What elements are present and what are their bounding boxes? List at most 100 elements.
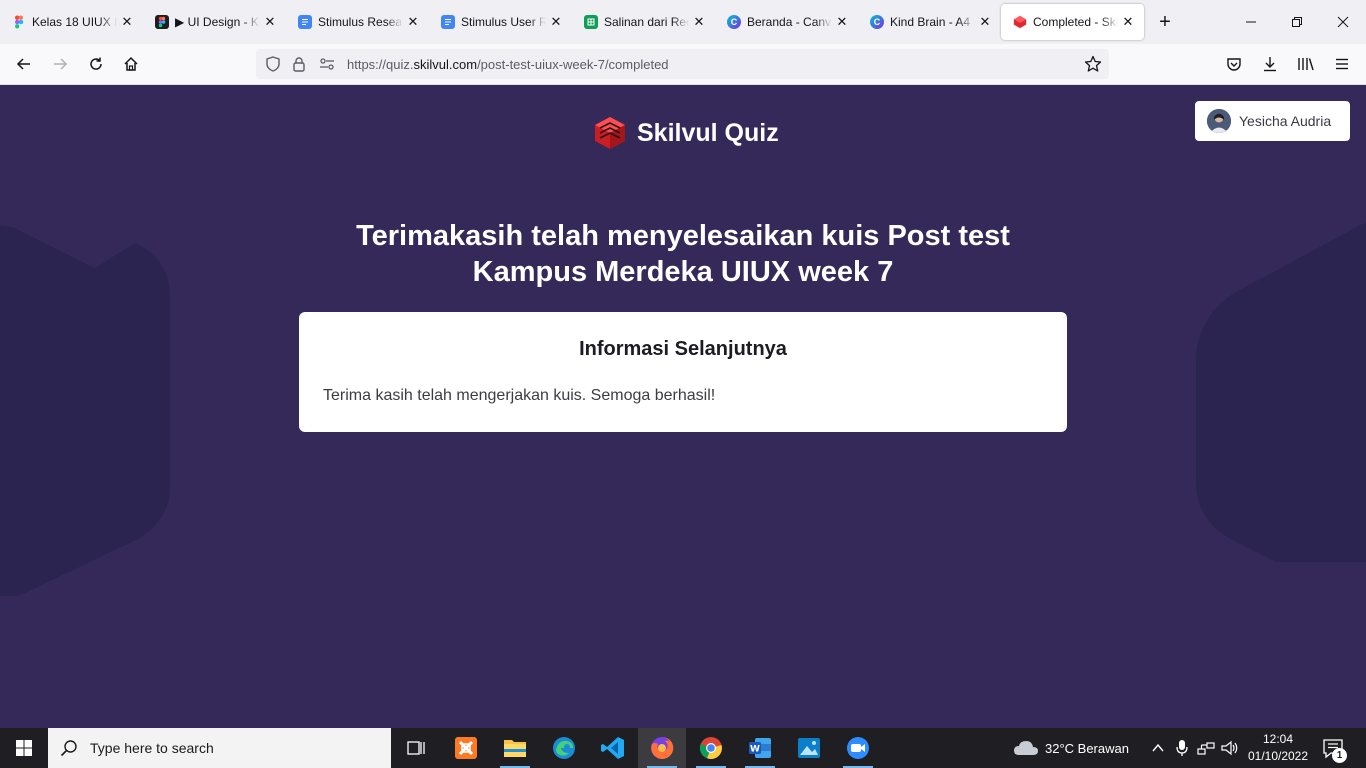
tab-title: Beranda - Canva [747, 15, 832, 29]
tab-title: Salinan dari Reco [604, 15, 689, 29]
close-tab-icon[interactable]: ✕ [119, 14, 135, 30]
edge-icon [553, 737, 575, 759]
back-button[interactable] [9, 49, 39, 79]
decorative-hexagon-right [1196, 222, 1366, 562]
tab-completed-skilvul[interactable]: Completed - Skil ✕ [1001, 4, 1144, 40]
google-sheets-icon [584, 15, 598, 29]
library-icon [1298, 58, 1314, 71]
permissions-icon[interactable] [319, 57, 335, 76]
url-path: /post-test-uiux-week-7/completed [477, 57, 669, 72]
system-clock[interactable]: 12:04 01/10/2022 [1240, 731, 1316, 765]
google-docs-icon [441, 15, 455, 29]
volume-icon[interactable] [1221, 740, 1239, 761]
start-button[interactable] [0, 728, 48, 768]
minimize-button[interactable] [1228, 0, 1274, 44]
figma-icon [12, 15, 26, 29]
canva-icon: C [870, 15, 884, 29]
search-placeholder: Type here to search [90, 740, 214, 756]
hamburger-menu-icon [1336, 58, 1348, 70]
svg-text:W: W [750, 745, 760, 755]
windows-taskbar: Type here to search W 32°C Berawan 12:04… [0, 728, 1366, 768]
tab-stimulus-research[interactable]: Stimulus Researc ✕ [286, 5, 429, 39]
tab-title: ▶ UI Design - Ke [175, 15, 260, 29]
skilvul-icon [1013, 15, 1027, 29]
close-tab-icon[interactable]: ✕ [834, 14, 850, 30]
tracking-protection-shield-icon[interactable] [265, 56, 281, 77]
network-icon[interactable] [1197, 740, 1215, 761]
info-card: Informasi Selanjutnya Terima kasih telah… [299, 312, 1067, 432]
close-window-button[interactable] [1320, 0, 1366, 44]
tab-title: Completed - Skil [1033, 15, 1118, 29]
taskbar-word[interactable]: W [736, 728, 784, 768]
reload-button[interactable] [81, 49, 111, 79]
folder-icon [504, 740, 526, 757]
task-view-icon [407, 741, 425, 755]
back-arrow-icon [16, 58, 30, 70]
user-name: Yesicha Audria [1239, 113, 1332, 129]
tab-title: Kelas 18 UIUX Ke [32, 15, 117, 29]
weather-cloud-icon[interactable] [1013, 738, 1039, 763]
close-tab-icon[interactable]: ✕ [691, 14, 707, 30]
library-button[interactable] [1291, 49, 1321, 79]
decorative-hexagon-left [0, 225, 170, 596]
headline-line-2: Kampus Merdeka UIUX week 7 [472, 256, 894, 288]
menu-button[interactable] [1327, 49, 1357, 79]
completion-headline: Terimakasih telah menyelesaikan kuis Pos… [283, 218, 1083, 290]
tab-canva-beranda[interactable]: C Beranda - Canva ✕ [715, 5, 858, 39]
restore-button[interactable] [1274, 0, 1320, 44]
info-card-message: Terima kasih telah mengerjakan kuis. Sem… [323, 387, 716, 404]
address-bar[interactable]: https://quiz.skilvul.com/post-test-uiux-… [256, 49, 1109, 79]
taskbar-firefox[interactable] [638, 728, 686, 768]
tab-kind-brain[interactable]: C Kind Brain - A4 ( ✕ [858, 5, 1001, 39]
close-tab-icon[interactable]: ✕ [977, 14, 993, 30]
taskbar-chrome[interactable] [687, 728, 735, 768]
task-view-button[interactable] [392, 728, 440, 768]
zoom-icon [847, 737, 869, 759]
tab-salinan[interactable]: Salinan dari Reco ✕ [572, 5, 715, 39]
pocket-icon [1227, 58, 1241, 71]
close-tab-icon[interactable]: ✕ [1120, 14, 1136, 30]
navigation-toolbar: https://quiz.skilvul.com/post-test-uiux-… [0, 44, 1366, 85]
downloads-button[interactable] [1255, 49, 1285, 79]
headline-line-1: Terimakasih telah menyelesaikan kuis Pos… [356, 220, 1010, 252]
taskbar-vscode[interactable] [589, 728, 637, 768]
word-icon: W [749, 738, 771, 758]
home-button[interactable] [116, 49, 146, 79]
tab-kelas-18[interactable]: Kelas 18 UIUX Ke ✕ [0, 5, 143, 39]
taskbar-edge[interactable] [540, 728, 588, 768]
taskbar-zoom[interactable] [834, 728, 882, 768]
taskbar-search-box[interactable]: Type here to search [48, 728, 391, 768]
clock-date: 01/10/2022 [1247, 749, 1309, 763]
url-text[interactable]: https://quiz.skilvul.com/post-test-uiux-… [347, 57, 669, 72]
close-tab-icon[interactable]: ✕ [548, 14, 564, 30]
taskbar-file-explorer[interactable] [491, 728, 539, 768]
info-card-title: Informasi Selanjutnya [579, 338, 787, 360]
tab-ui-design[interactable]: ▶ UI Design - Ke ✕ [143, 5, 286, 39]
reload-icon [90, 57, 102, 70]
user-profile-button[interactable]: Yesicha Audria [1195, 101, 1350, 141]
forward-arrow-icon [54, 58, 68, 70]
weather-text[interactable]: 32°C Berawan [1045, 728, 1129, 768]
taskbar-xampp[interactable] [442, 728, 490, 768]
bookmark-star-icon[interactable] [1084, 55, 1102, 78]
tab-stimulus-user[interactable]: Stimulus User Re ✕ [429, 5, 572, 39]
url-prefix: https://quiz. [347, 57, 414, 72]
show-hidden-icons-chevron-icon[interactable] [1151, 741, 1165, 760]
brand-name: Skilvul Quiz [637, 118, 779, 147]
home-icon [124, 56, 138, 71]
download-icon [1264, 57, 1276, 72]
close-tab-icon[interactable]: ✕ [262, 14, 278, 30]
quiz-completed-page: Skilvul Quiz Yesicha Audria Terimakasih … [0, 85, 1366, 728]
new-tab-button[interactable]: + [1150, 7, 1180, 37]
canva-icon: C [727, 15, 741, 29]
lock-icon[interactable] [292, 56, 306, 77]
taskbar-photos[interactable] [785, 728, 833, 768]
windows-logo-icon [16, 740, 32, 756]
microphone-icon[interactable] [1175, 739, 1189, 762]
brand-logo[interactable]: Skilvul Quiz [593, 116, 779, 150]
close-tab-icon[interactable]: ✕ [405, 14, 421, 30]
skilvul-logo-icon [595, 117, 625, 149]
forward-button[interactable] [45, 49, 75, 79]
pocket-button[interactable] [1219, 49, 1249, 79]
vscode-icon [601, 737, 624, 759]
